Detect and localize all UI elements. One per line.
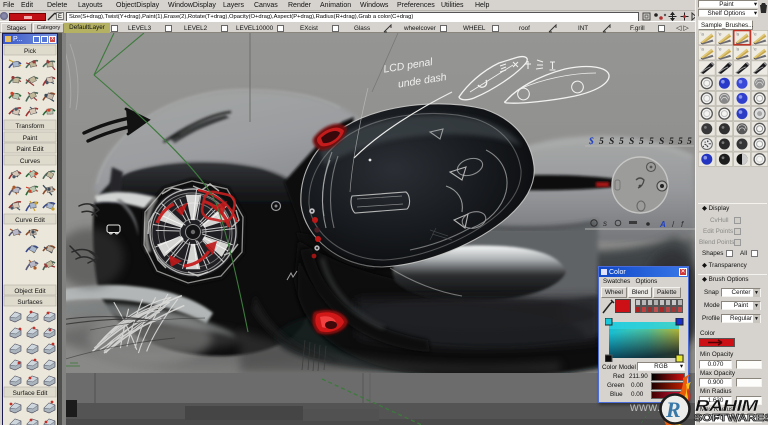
- svg-text:Curve Edit: Curve Edit: [15, 217, 45, 224]
- svg-text:'a: 'a: [701, 32, 705, 37]
- svg-text:Surface Edit: Surface Edit: [13, 390, 48, 397]
- svg-text:Paint: Paint: [23, 135, 38, 142]
- svg-text:Transform: Transform: [16, 123, 45, 130]
- svg-text:Curves: Curves: [20, 158, 40, 165]
- svg-text:s: s: [603, 219, 607, 228]
- svg-text:'e: 'e: [753, 47, 757, 52]
- svg-text:'e: 'e: [718, 47, 722, 52]
- svg-text:'a: 'a: [736, 47, 740, 52]
- svg-text:'a: 'a: [701, 47, 705, 52]
- svg-text:A: A: [659, 220, 666, 229]
- svg-text:'a: 'a: [736, 32, 740, 37]
- svg-text:'e: 'e: [753, 32, 757, 37]
- svg-text:'e: 'e: [718, 32, 722, 37]
- svg-text:Paint Edit: Paint Edit: [16, 146, 44, 153]
- svg-text:Pick: Pick: [24, 48, 37, 55]
- svg-text:$: $: [588, 136, 594, 147]
- svg-text:Object Edit: Object Edit: [14, 288, 45, 295]
- svg-text:Surfaces: Surfaces: [17, 299, 42, 306]
